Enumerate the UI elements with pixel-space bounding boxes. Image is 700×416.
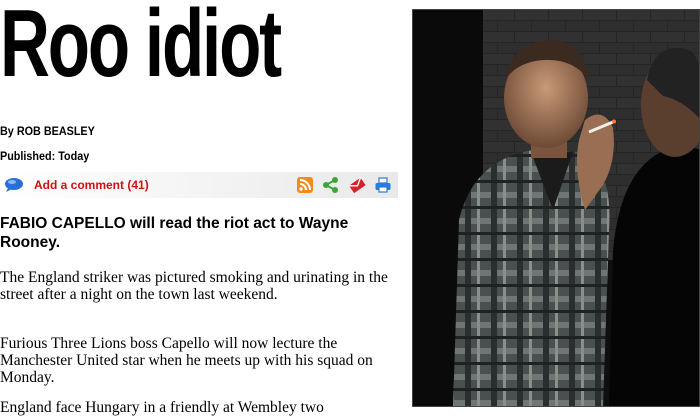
byline-prefix: By (0, 124, 14, 138)
add-comment-link[interactable]: Add a comment (41) (4, 176, 149, 194)
add-comment-label: Add a comment (41) (34, 178, 149, 192)
article-toolbar: Add a comment (41) (0, 172, 398, 198)
byline: By ROB BEASLEY (0, 124, 95, 138)
author-link[interactable]: ROB BEASLEY (17, 124, 95, 138)
headline: Roo idiot (0, 0, 282, 97)
email-icon[interactable] (348, 176, 366, 194)
speech-bubble-icon (5, 178, 23, 192)
article-photo[interactable] (412, 9, 700, 407)
share-icon[interactable] (322, 176, 340, 194)
photo-scene (413, 10, 699, 406)
article-standfirst: FABIO CAPELLO will read the riot act to … (0, 215, 349, 251)
share-tools (296, 176, 392, 194)
article-paragraph-2: Furious Three Lions boss Capello will no… (0, 335, 373, 386)
article-paragraph-1: The England striker was pictured smoking… (0, 269, 388, 303)
rss-feed-icon[interactable] (296, 176, 314, 194)
article-paragraph-3: England face Hungary in a friendly at We… (0, 399, 324, 416)
published-date: Published: Today (0, 149, 90, 163)
print-icon[interactable] (374, 176, 392, 194)
